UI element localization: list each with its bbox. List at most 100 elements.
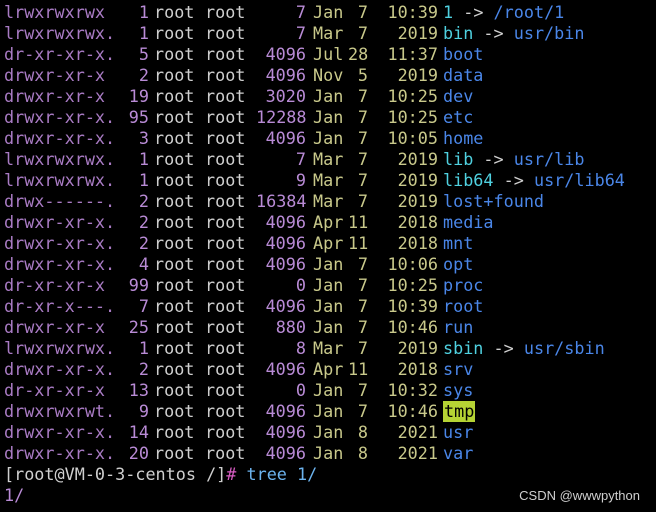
size-field: 16384: [256, 191, 307, 211]
directory-entry: etc: [443, 107, 473, 128]
permissions-field: lrwxrwxrwx.: [4, 23, 116, 43]
month-field: Mar: [313, 23, 344, 43]
group-field: root: [205, 422, 246, 442]
permissions-field: drwxrwxrwt.: [4, 401, 116, 421]
time-field: 2019: [397, 170, 438, 190]
link-count-field: 1: [138, 149, 149, 169]
link-count-field: 2: [138, 191, 149, 211]
group-field: root: [205, 275, 246, 295]
owner-field: root: [154, 296, 195, 316]
permissions-field: drwxr-xr-x.: [4, 443, 116, 463]
link-count-field: 4: [138, 254, 149, 274]
month-field: Jan: [313, 422, 344, 442]
directory-entry: opt: [443, 254, 473, 275]
owner-field: root: [154, 86, 195, 106]
owner-field: root: [154, 233, 195, 253]
month-field: Jan: [313, 296, 344, 316]
shell-input-line[interactable]: 1/: [4, 485, 33, 506]
day-field: 7: [357, 86, 368, 106]
month-field: Jan: [313, 380, 344, 400]
month-field: Apr: [313, 212, 344, 232]
time-field: 2019: [397, 338, 438, 358]
group-field: root: [205, 338, 246, 358]
link-count-field: 19: [128, 86, 149, 106]
day-field: 7: [357, 2, 368, 22]
month-field: Nov: [313, 65, 344, 85]
time-field: 2018: [397, 233, 438, 253]
day-field: 11: [348, 212, 369, 232]
link-count-field: 3: [138, 128, 149, 148]
directory-name: proc: [443, 275, 484, 295]
size-field: 4096: [265, 443, 306, 463]
link-count-field: 1: [138, 23, 149, 43]
time-field: 10:05: [387, 128, 438, 148]
permissions-field: drwxr-xr-x.: [4, 107, 116, 127]
day-field: 7: [357, 128, 368, 148]
directory-name: usr: [443, 422, 474, 442]
size-field: 4096: [265, 422, 306, 442]
month-field: Apr: [313, 233, 344, 253]
permissions-field: drwxr-xr-x.: [4, 254, 116, 274]
time-field: 2021: [397, 443, 438, 463]
size-field: 12288: [256, 107, 307, 127]
time-field: 2019: [397, 149, 438, 169]
permissions-field: lrwxrwxrwx: [4, 2, 106, 22]
owner-field: root: [154, 23, 195, 43]
day-field: 7: [357, 317, 368, 337]
symlink-arrow: ->: [493, 338, 514, 358]
permissions-field: dr-xr-x---.: [4, 296, 116, 316]
prompt-text: [root@VM-0-3-centos /]: [4, 464, 227, 484]
permissions-field: lrwxrwxrwx.: [4, 170, 116, 190]
size-field: 4096: [265, 296, 306, 316]
month-field: Jan: [313, 86, 344, 106]
owner-field: root: [154, 422, 195, 442]
directory-name: lost+found: [443, 191, 545, 211]
day-field: 7: [357, 338, 368, 358]
size-field: 9: [295, 170, 306, 190]
time-field: 10:25: [387, 275, 438, 295]
time-field: 2019: [397, 191, 438, 211]
day-field: 28: [348, 44, 369, 64]
owner-field: root: [154, 107, 195, 127]
permissions-field: dr-xr-xr-x: [4, 275, 106, 295]
day-field: 7: [357, 107, 368, 127]
symlink-arrow: ->: [483, 149, 504, 169]
time-field: 10:32: [387, 380, 438, 400]
directory-name: data: [443, 65, 484, 85]
group-field: root: [205, 44, 246, 64]
month-field: Jan: [313, 254, 344, 274]
time-field: 10:46: [387, 401, 438, 421]
symlink-target: usr/lib64: [533, 170, 625, 190]
month-field: Mar: [313, 191, 344, 211]
owner-field: root: [154, 191, 195, 211]
size-field: 4096: [265, 233, 306, 253]
symlink-arrow: ->: [503, 170, 524, 190]
symlink-name: lib64: [443, 170, 494, 190]
group-field: root: [205, 65, 246, 85]
shell-prompt-line: [root@VM-0-3-centos /]# tree 1/: [4, 464, 317, 485]
size-field: 4096: [265, 254, 306, 274]
permissions-field: drwxr-xr-x: [4, 86, 106, 106]
permissions-field: drwxr-xr-x.: [4, 233, 116, 253]
link-count-field: 5: [138, 44, 149, 64]
symlink-name: sbin: [443, 338, 484, 358]
directory-name: run: [443, 317, 474, 337]
owner-field: root: [154, 149, 195, 169]
time-field: 11:37: [387, 44, 438, 64]
owner-field: root: [154, 2, 195, 22]
directory-name: dev: [443, 86, 474, 106]
size-field: 4096: [265, 128, 306, 148]
directory-entry: mnt: [443, 233, 473, 254]
group-field: root: [205, 443, 246, 463]
permissions-field: dr-xr-xr-x: [4, 380, 106, 400]
time-field: 10:25: [387, 107, 438, 127]
time-field: 10:39: [387, 2, 438, 22]
month-field: Jul: [313, 44, 344, 64]
directory-entry: lost+found: [443, 191, 544, 212]
day-field: 11: [348, 359, 369, 379]
link-count-field: 25: [128, 317, 149, 337]
terminal-window[interactable]: lrwxrwxrwx 1 root root 7 Jan 7 10:39 1 -> /root/…: [0, 0, 656, 512]
day-field: 11: [348, 233, 369, 253]
owner-field: root: [154, 443, 195, 463]
day-field: 7: [357, 380, 368, 400]
